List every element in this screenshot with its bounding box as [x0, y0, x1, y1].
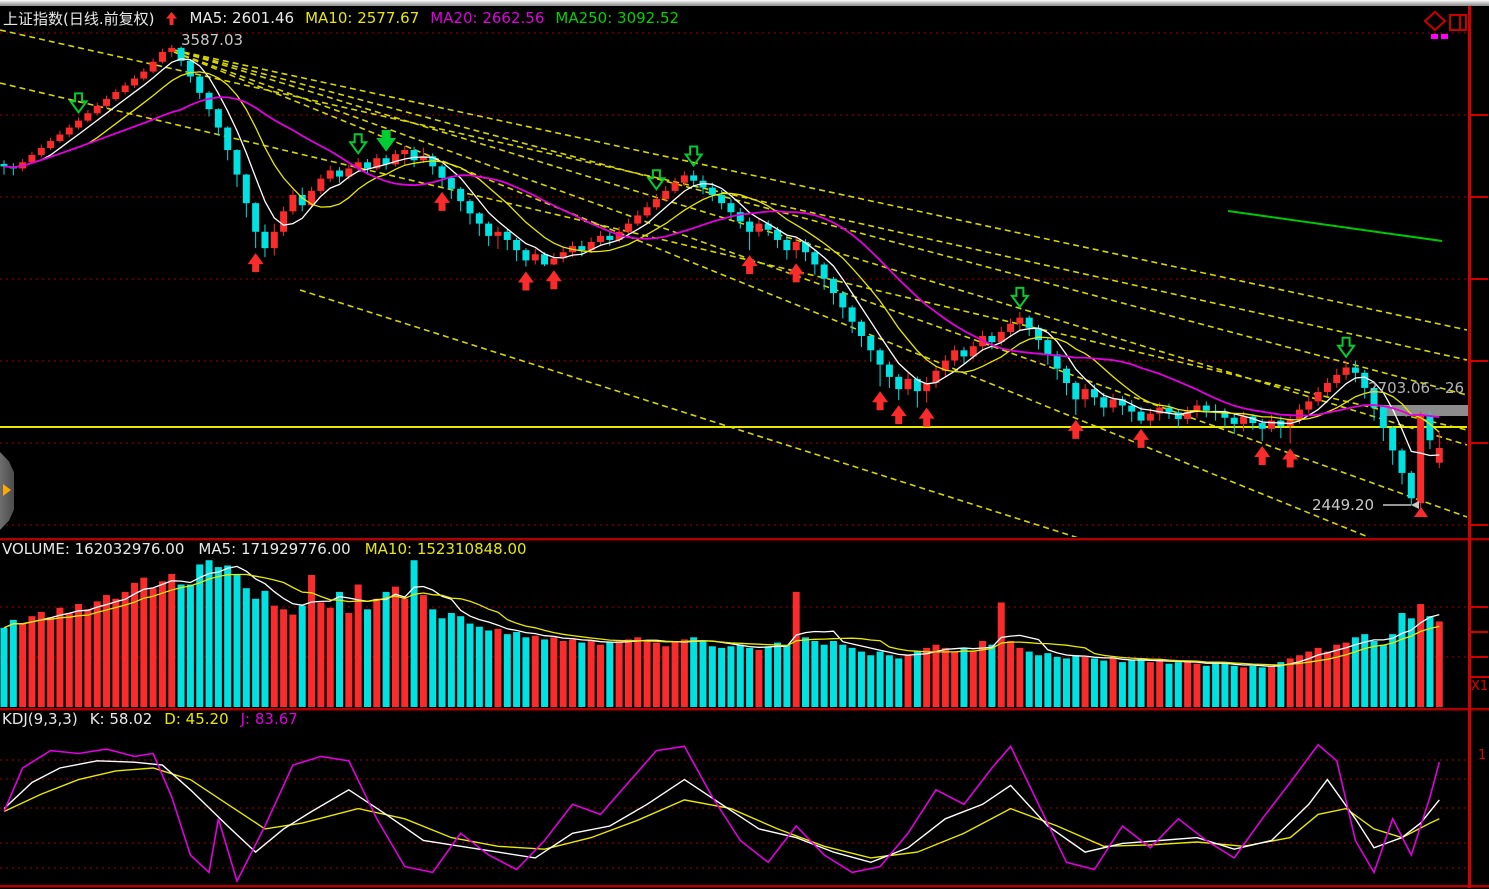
window-icon[interactable]	[1450, 15, 1466, 30]
right-axis	[1468, 6, 1489, 888]
kdj-indicator-name: KDJ(9,3,3)	[2, 710, 78, 728]
diamond-icon[interactable]	[1425, 12, 1445, 30]
kdj-header: KDJ(9,3,3) K: 58.02 D: 45.20 J: 83.67	[2, 710, 298, 728]
volume-ma5-value: MA5: 171929776.00	[198, 540, 350, 558]
magenta-dots-icon	[1431, 34, 1448, 39]
kdj-gridlines	[0, 760, 1467, 868]
stock-chart-window: 上证指数(日线.前复权) MA5: 2601.46 MA10: 2577.67 …	[0, 0, 1489, 889]
kdj-k-value: K: 58.02	[90, 710, 153, 728]
expand-arrow-icon	[3, 484, 11, 496]
kdj-d-value: D: 45.20	[164, 710, 228, 728]
volume-ma10-value: MA10: 152310848.00	[365, 540, 527, 558]
low-price-marker	[1383, 501, 1428, 517]
kdj-j-value: J: 83.67	[241, 710, 298, 728]
kdj-lines	[4, 745, 1439, 881]
volume-bars	[1, 560, 1443, 707]
ma250-line	[1228, 211, 1442, 241]
volume-value: VOLUME: 162032976.00	[2, 540, 184, 558]
chart-canvas[interactable]	[0, 0, 1489, 889]
volume-header: VOLUME: 162032976.00 MA5: 171929776.00 M…	[2, 540, 527, 558]
titlebar-icons	[1424, 10, 1468, 40]
trendlines	[0, 30, 1467, 556]
